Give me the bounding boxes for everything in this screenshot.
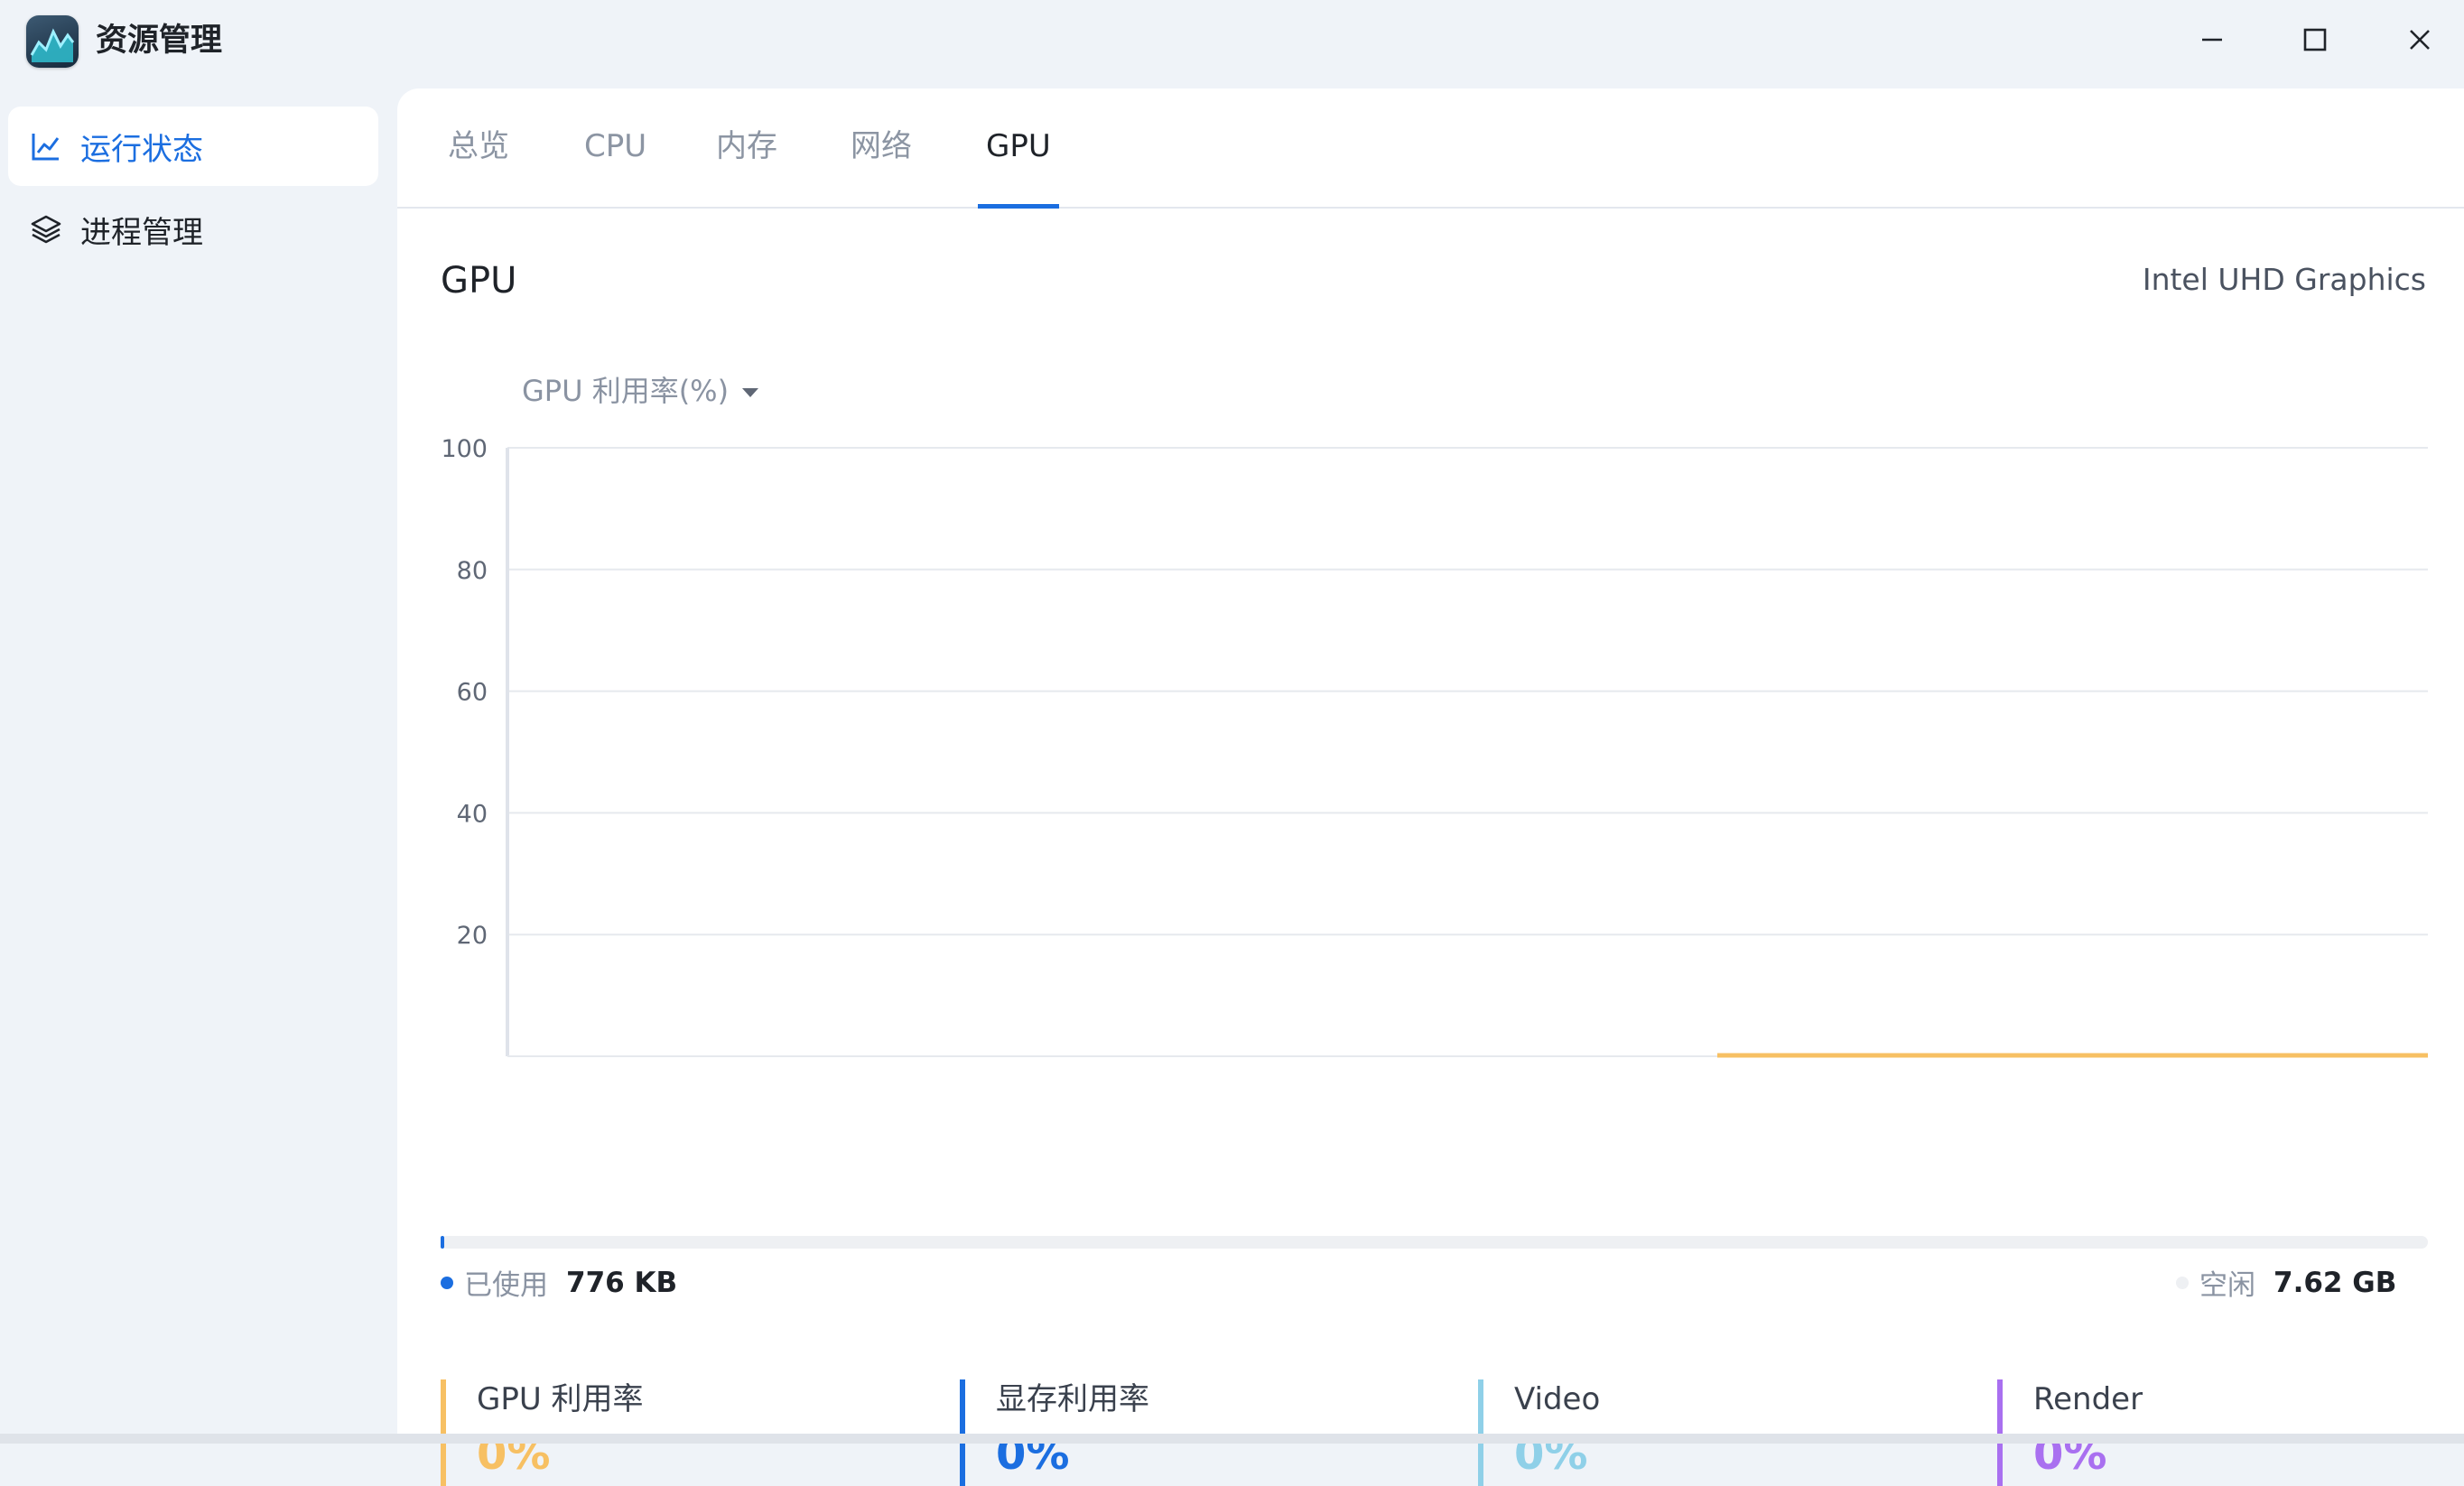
stat-name: 显存利用率 (996, 1381, 1149, 1417)
line-chart-icon (28, 128, 64, 164)
title-bar: 资源管理 (0, 0, 2464, 87)
free-dot (2176, 1276, 2189, 1289)
memory-usage-bar (441, 1236, 2428, 1249)
close-icon (2410, 30, 2430, 50)
sidebar: 运行状态 进程管理 (0, 87, 390, 1432)
free-value: 7.62 GB (2273, 1266, 2397, 1299)
stat-gpu-usage: GPU 利用率 0% (441, 1379, 910, 1486)
close-button[interactable] (2384, 16, 2456, 63)
app-logo-icon (26, 15, 79, 68)
stat-name: Video (1514, 1381, 1601, 1417)
memory-used-legend: 已使用 776 KB (441, 1262, 677, 1303)
memory-used-fill (441, 1236, 445, 1249)
window-bottom-edge (0, 1434, 2464, 1444)
sidebar-item-label: 运行状态 (80, 131, 203, 168)
y-tick-label: 20 (457, 922, 488, 950)
sidebar-item-status[interactable]: 运行状态 (8, 107, 378, 186)
used-value: 776 KB (566, 1266, 678, 1299)
y-tick-label: 60 (457, 679, 488, 707)
sidebar-item-label: 进程管理 (80, 214, 203, 251)
minimize-icon (2202, 38, 2222, 42)
stat-render: Render 0% (1997, 1379, 2422, 1486)
used-label: 已使用 (464, 1269, 548, 1302)
stat-video: Video 0% (1478, 1379, 1948, 1486)
free-label: 空闲 (2199, 1269, 2255, 1302)
y-tick-label: 100 (441, 435, 488, 463)
stat-vram-usage: 显存利用率 0% (960, 1379, 1429, 1486)
minimize-button[interactable] (2176, 16, 2248, 63)
gpu-usage-chart: 20 40 60 80 100 (441, 435, 2428, 1058)
main-panel: 总览 CPU 内存 网络 GPU GPU Intel UHD Graphics … (397, 88, 2464, 1486)
stat-name: Render (2033, 1381, 2143, 1417)
layers-icon (28, 211, 64, 247)
stat-name: GPU 利用率 (477, 1381, 644, 1417)
y-tick-label: 40 (457, 800, 488, 828)
maximize-button[interactable] (2279, 16, 2351, 63)
memory-free-legend: 空闲 7.62 GB (2176, 1262, 2396, 1303)
sidebar-item-processes[interactable]: 进程管理 (8, 190, 378, 269)
maximize-icon (2303, 28, 2327, 51)
app-title: 资源管理 (96, 23, 223, 59)
used-dot (441, 1276, 453, 1289)
y-tick-label: 80 (457, 557, 488, 585)
